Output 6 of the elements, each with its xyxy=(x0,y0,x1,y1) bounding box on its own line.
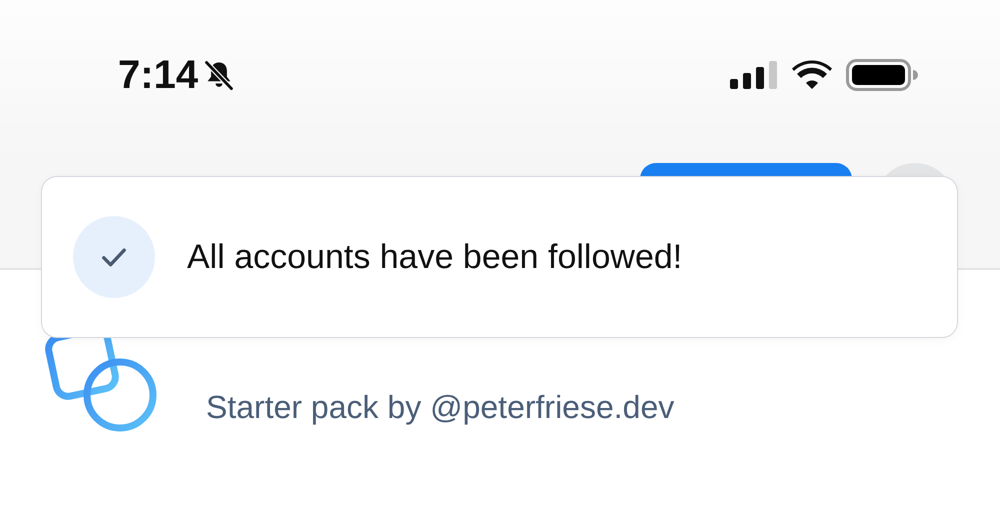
pack-subtitle: Starter pack by @peterfriese.dev xyxy=(206,389,674,426)
battery-icon xyxy=(846,59,918,91)
signal-icon xyxy=(730,61,778,89)
status-time: 7:14 xyxy=(118,52,198,98)
wifi-icon xyxy=(792,60,832,90)
toast-message: All accounts have been followed! xyxy=(187,238,682,276)
